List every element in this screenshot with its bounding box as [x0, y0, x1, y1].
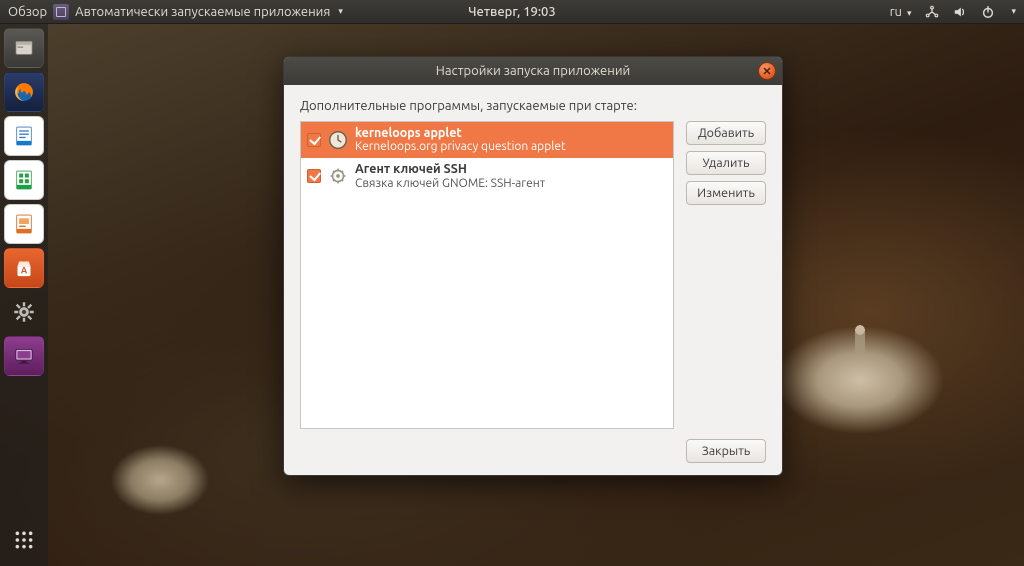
item-subtitle: Связка ключей GNOME: SSH-агент	[355, 177, 545, 191]
startup-applications-dialog: Настройки запуска приложений ✕ Дополните…	[283, 56, 783, 476]
startup-items-list[interactable]: kerneloops applet Kerneloops.org privacy…	[300, 121, 674, 429]
add-button[interactable]: Добавить	[686, 121, 766, 145]
close-icon: ✕	[762, 65, 771, 78]
keys-icon	[327, 165, 349, 187]
item-subtitle: Kerneloops.org privacy question applet	[355, 140, 566, 154]
svg-text:A: A	[21, 266, 28, 276]
top-bar: Обзор Автоматически запускаемые приложен…	[0, 0, 1024, 24]
item-checkbox[interactable]	[307, 169, 321, 183]
show-applications-button[interactable]	[4, 520, 44, 560]
dialog-titlebar[interactable]: Настройки запуска приложений ✕	[284, 57, 782, 85]
activities-button[interactable]: Обзор	[8, 5, 47, 19]
remove-button[interactable]: Удалить	[686, 151, 766, 175]
chevron-down-icon: ▾	[1011, 6, 1016, 17]
network-icon[interactable]	[925, 5, 939, 19]
clock-icon	[327, 129, 349, 151]
list-item[interactable]: Агент ключей SSH Связка ключей GNOME: SS…	[301, 158, 673, 194]
item-name: Агент ключей SSH	[355, 162, 545, 176]
writer-app[interactable]	[4, 116, 44, 156]
impress-app[interactable]	[4, 204, 44, 244]
list-item[interactable]: kerneloops applet Kerneloops.org privacy…	[301, 122, 673, 158]
launcher-dock: A	[0, 24, 48, 566]
software-app[interactable]: A	[4, 248, 44, 288]
window-app-icon	[53, 4, 69, 20]
firefox-app[interactable]	[4, 72, 44, 112]
clock-label[interactable]: Четверг, 19:03	[468, 5, 555, 19]
app-menu-title[interactable]: Автоматически запускаемые приложения	[75, 5, 330, 19]
chevron-down-icon: ▾	[338, 6, 343, 17]
volume-icon[interactable]	[953, 5, 967, 19]
power-icon[interactable]	[981, 5, 995, 19]
displays-app[interactable]	[4, 336, 44, 376]
settings-app[interactable]	[4, 292, 44, 332]
files-app[interactable]	[4, 28, 44, 68]
keyboard-layout-indicator[interactable]: ru ▾	[890, 5, 912, 19]
edit-button[interactable]: Изменить	[686, 181, 766, 205]
item-name: kerneloops applet	[355, 126, 566, 140]
dialog-title: Настройки запуска приложений	[436, 64, 630, 78]
close-button[interactable]: ✕	[758, 62, 776, 80]
chevron-down-icon: ▾	[907, 8, 912, 18]
calc-app[interactable]	[4, 160, 44, 200]
close-dialog-button[interactable]: Закрыть	[686, 439, 766, 463]
dialog-description: Дополнительные программы, запускаемые пр…	[300, 99, 766, 113]
item-checkbox[interactable]	[307, 133, 321, 147]
